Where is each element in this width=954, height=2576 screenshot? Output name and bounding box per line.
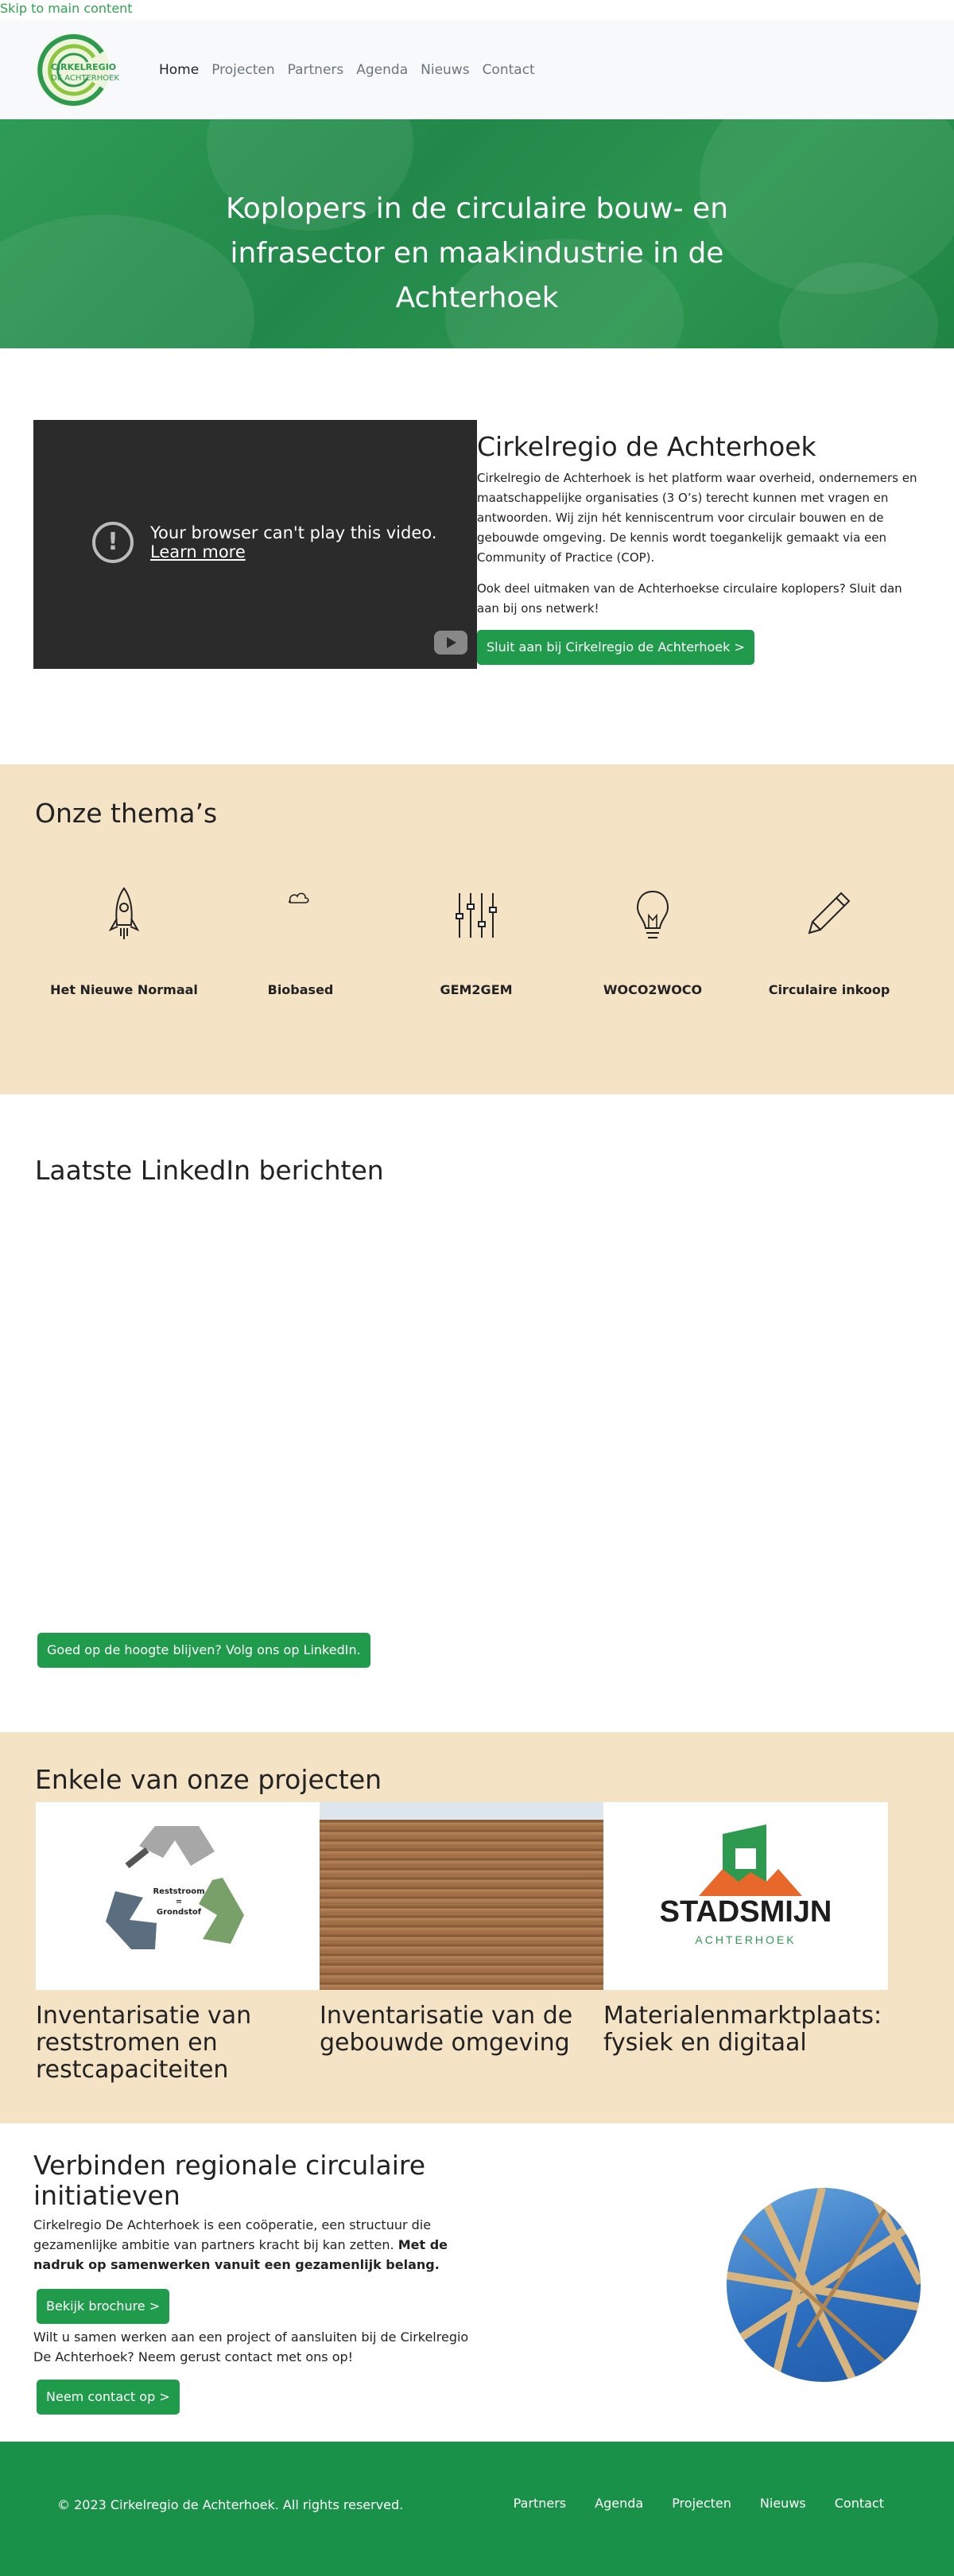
copyright-text: © 2023 Cirkelregio de Achterhoek. All ri… bbox=[57, 2497, 404, 2512]
footer-link-nieuws[interactable]: Nieuws bbox=[760, 2496, 806, 2511]
follow-linkedin-button[interactable]: Goed op de hoogte blijven? Volg ons op L… bbox=[37, 1633, 370, 1668]
video-error-text: Your browser can't play this video. bbox=[150, 523, 437, 542]
recycle-text-2: = bbox=[176, 1898, 182, 1906]
linkedin-title: Laatste LinkedIn berichten bbox=[35, 1155, 384, 1186]
intro-text: Cirkelregio de Achterhoek Cirkelregio de… bbox=[477, 431, 922, 665]
timber-frame-image bbox=[727, 2188, 921, 2382]
project-card-materialenmarktplaats[interactable]: STADSMIJN ACHTERHOEK Materialenmarktplaa… bbox=[603, 1802, 888, 2057]
hero-banner: Koplopers in de circulaire bouw- en infr… bbox=[0, 119, 954, 348]
learn-more-link[interactable]: Learn more bbox=[150, 542, 246, 561]
theme-label: Biobased bbox=[267, 982, 334, 997]
footer-link-projecten[interactable]: Projecten bbox=[672, 2496, 731, 2511]
theme-het-nieuwe-normaal[interactable]: Het Nieuwe Normaal bbox=[37, 884, 211, 997]
nav-projecten[interactable]: Projecten bbox=[205, 62, 281, 78]
join-button[interactable]: Sluit aan bij Cirkelregio de Achterhoek … bbox=[477, 630, 754, 665]
stadsmijn-text: STADSMIJN bbox=[660, 1895, 832, 1929]
theme-label: GEM2GEM bbox=[440, 982, 513, 997]
connect-section: Verbinden regionale circulaire initiatie… bbox=[0, 2123, 954, 2442]
brochure-button[interactable]: Bekijk brochure > bbox=[37, 2289, 170, 2324]
footer-link-contact[interactable]: Contact bbox=[835, 2496, 884, 2511]
connect-paragraph-1-text: Cirkelregio De Achterhoek is een coöpera… bbox=[33, 2217, 432, 2252]
footer-link-agenda[interactable]: Agenda bbox=[595, 2496, 643, 2511]
rocket-icon bbox=[108, 887, 140, 939]
video-player[interactable]: ! Your browser can't play this video. Le… bbox=[33, 420, 477, 669]
stadsmijn-logo: STADSMIJN ACHTERHOEK bbox=[660, 1824, 832, 1946]
recycle-text-3: Grondstof bbox=[157, 1908, 202, 1917]
project-image-wood-stack bbox=[320, 1802, 604, 1990]
nav-home[interactable]: Home bbox=[153, 62, 205, 78]
footer: © 2023 Cirkelregio de Achterhoek. All ri… bbox=[0, 2442, 954, 2576]
project-card-gebouwde-omgeving[interactable]: Inventarisatie van de gebouwde omgeving bbox=[320, 1802, 604, 2057]
theme-gem2gem[interactable]: GEM2GEM bbox=[389, 884, 564, 997]
theme-woco2woco[interactable]: WOCO2WOCO bbox=[565, 884, 740, 997]
project-image-stadsmijn: STADSMIJN ACHTERHOEK bbox=[603, 1802, 888, 1990]
cirkelregio-logo-icon: CIRKELREGIO DE ACHTERHOEK bbox=[37, 33, 119, 107]
project-card-reststromen[interactable]: Reststroom = Grondstof Inventarisatie va… bbox=[36, 1802, 320, 2084]
linkedin-section: Laatste LinkedIn berichten Goed op de ho… bbox=[0, 1094, 954, 1732]
nav-agenda[interactable]: Agenda bbox=[350, 62, 414, 78]
skip-to-main-link[interactable]: Skip to main content bbox=[0, 0, 133, 17]
project-title: Inventarisatie van reststromen en restca… bbox=[36, 2002, 252, 2084]
intro-paragraph-2: Ook deel uitmaken van de Achterhoekse ci… bbox=[477, 581, 902, 616]
themes-section: Onze thema’s Het Nieuwe Normaal Biobased… bbox=[0, 764, 954, 1094]
cloud-icon bbox=[288, 892, 309, 903]
themes-title: Onze thema’s bbox=[35, 798, 218, 829]
intro-title: Cirkelregio de Achterhoek bbox=[477, 431, 816, 462]
intro-paragraph-1: Cirkelregio de Achterhoek is het platfor… bbox=[477, 471, 917, 565]
main-nav: Home Projecten Partners Agenda Nieuws Co… bbox=[153, 62, 541, 78]
theme-circulaire-inkoop[interactable]: Circulaire inkoop bbox=[742, 884, 917, 997]
hero-title: Koplopers in de circulaire bouw- en infr… bbox=[225, 192, 729, 314]
site-logo[interactable]: CIRKELREGIO DE ACHTERHOEK bbox=[35, 30, 138, 110]
warning-icon: ! bbox=[92, 522, 134, 563]
projects-section: Enkele van onze projecten Reststroom = G… bbox=[0, 1732, 954, 2123]
project-title: Materialenmarktplaats: fysiek en digitaa… bbox=[603, 2002, 882, 2057]
connect-title: Verbinden regionale circulaire initiatie… bbox=[33, 2150, 426, 2211]
lightbulb-icon bbox=[636, 890, 669, 938]
nav-partners[interactable]: Partners bbox=[281, 62, 351, 78]
pencil-icon bbox=[808, 892, 851, 934]
intro-section: ! Your browser can't play this video. Le… bbox=[33, 420, 924, 670]
footer-link-partners[interactable]: Partners bbox=[514, 2496, 566, 2511]
project-title: Inventarisatie van de gebouwde omgeving bbox=[320, 2002, 573, 2057]
achterhoek-text: ACHTERHOEK bbox=[695, 1933, 796, 1946]
connect-paragraph-2: Wilt u samen werken aan een project of a… bbox=[33, 2329, 469, 2364]
recycle-image: Reststroom = Grondstof bbox=[106, 1826, 244, 1949]
sliders-icon bbox=[456, 893, 497, 938]
video-error-message: Your browser can't play this video. Lear… bbox=[150, 523, 436, 561]
theme-biobased[interactable]: Biobased bbox=[213, 884, 388, 997]
footer-nav: Partners Agenda Projecten Nieuws Contact bbox=[514, 2496, 884, 2511]
recycle-text-1: Reststroom bbox=[153, 1887, 204, 1896]
theme-label: Het Nieuwe Normaal bbox=[50, 982, 198, 997]
logo-line1: CIRKELREGIO bbox=[51, 62, 116, 72]
youtube-icon[interactable] bbox=[434, 631, 467, 655]
project-image-reststromen: Reststroom = Grondstof bbox=[36, 1802, 320, 1990]
connect-paragraph-1: Cirkelregio De Achterhoek is een coöpera… bbox=[33, 2215, 479, 2275]
nav-nieuws[interactable]: Nieuws bbox=[414, 62, 475, 78]
theme-label: Circulaire inkoop bbox=[768, 982, 890, 997]
contact-button[interactable]: Neem contact op > bbox=[37, 2380, 180, 2415]
logo-line2: DE ACHTERHOEK bbox=[51, 74, 119, 83]
projects-title: Enkele van onze projecten bbox=[35, 1764, 382, 1795]
theme-label: WOCO2WOCO bbox=[603, 982, 703, 997]
nav-contact[interactable]: Contact bbox=[476, 62, 541, 78]
navbar: CIRKELREGIO DE ACHTERHOEK Home Projecten… bbox=[0, 20, 954, 119]
